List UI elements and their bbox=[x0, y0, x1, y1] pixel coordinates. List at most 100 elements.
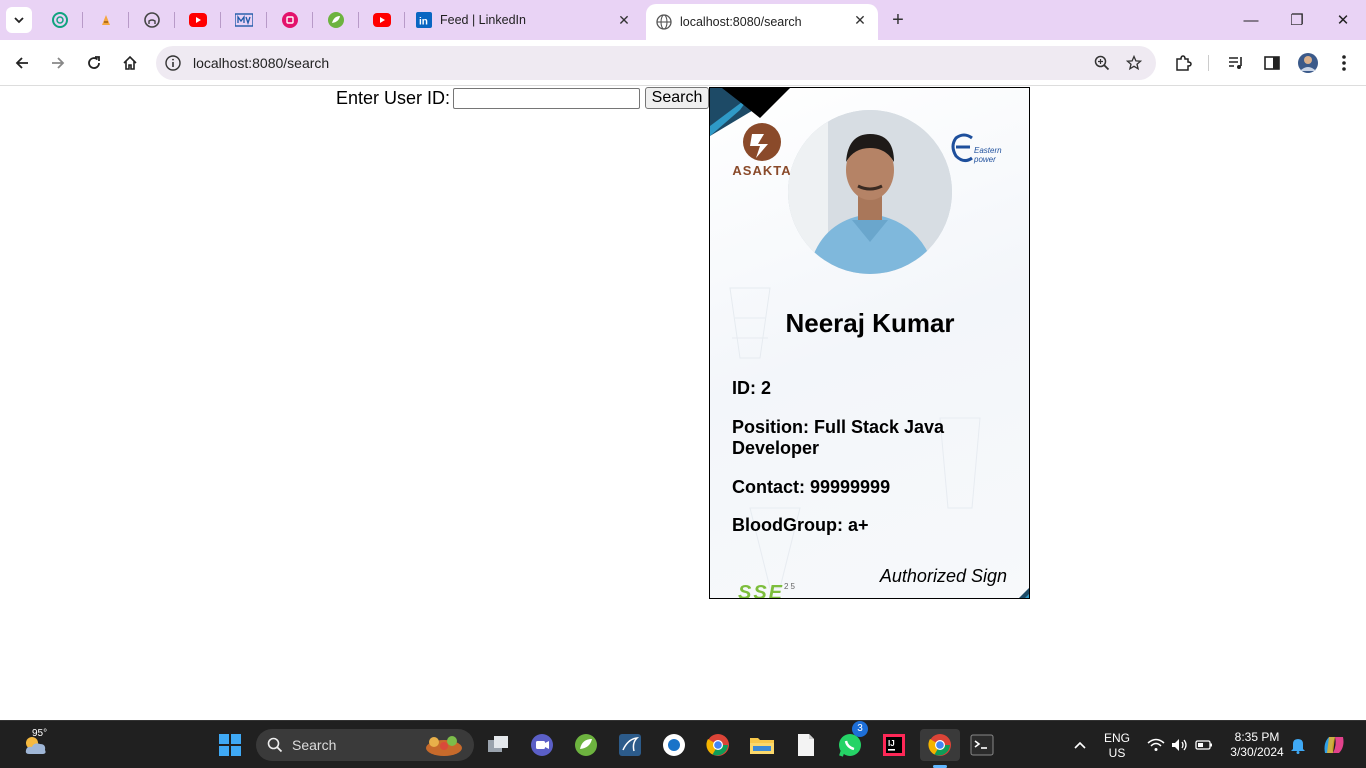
taskbar-mysql-workbench[interactable] bbox=[614, 729, 646, 761]
chevron-up-icon bbox=[1074, 741, 1086, 749]
address-bar[interactable]: localhost:8080/search bbox=[156, 46, 1156, 80]
profile-avatar[interactable] bbox=[1294, 49, 1322, 77]
taskbar-terminal[interactable] bbox=[966, 729, 998, 761]
employee-position: Position: Full Stack Java Developer bbox=[732, 417, 945, 458]
clock[interactable]: 8:35 PM 3/30/2024 bbox=[1226, 730, 1288, 760]
svg-text:in: in bbox=[419, 17, 428, 28]
avatar-icon bbox=[1298, 53, 1318, 73]
notification-badge: 3 bbox=[852, 721, 868, 737]
close-tab-icon[interactable]: ✕ bbox=[852, 12, 868, 28]
search-highlight-icon bbox=[426, 736, 462, 756]
page-content: Enter User ID: Search ASAKTA Eastern pow… bbox=[0, 87, 1366, 720]
browser-menu-button[interactable] bbox=[1330, 49, 1358, 77]
spring-tools-icon bbox=[575, 734, 597, 756]
pinned-tab-github[interactable] bbox=[140, 8, 164, 32]
taskbar-intellij[interactable]: IJ bbox=[878, 729, 910, 761]
employee-id: ID: 2 bbox=[732, 378, 772, 398]
eastern-power-emblem-icon bbox=[951, 133, 973, 163]
bell-icon bbox=[1291, 739, 1305, 754]
bookmark-star-icon[interactable] bbox=[1126, 55, 1142, 71]
pinned-tab-app[interactable] bbox=[278, 8, 302, 32]
keyboard-region: US bbox=[1108, 746, 1126, 760]
taskbar-whatsapp[interactable]: 3 bbox=[834, 721, 868, 761]
show-hidden-icons[interactable] bbox=[1064, 729, 1096, 761]
profile-photo bbox=[788, 110, 952, 274]
extensions-button[interactable] bbox=[1169, 49, 1197, 77]
sse-logo: SSE25 bbox=[738, 582, 797, 599]
copilot-icon bbox=[1324, 737, 1344, 753]
task-view-button[interactable] bbox=[482, 729, 514, 761]
pinned-tab-youtube[interactable] bbox=[186, 8, 210, 32]
url-text: localhost:8080/search bbox=[193, 55, 330, 71]
back-button[interactable] bbox=[8, 49, 36, 77]
language-indicator[interactable]: ENG US bbox=[1100, 731, 1134, 761]
person-photo bbox=[788, 110, 952, 274]
windows-taskbar: 95° Search 3 IJ ENG US 8:35 PM 3/30/2024 bbox=[0, 720, 1366, 768]
system-tray-status[interactable] bbox=[1140, 729, 1220, 761]
site-info-icon[interactable] bbox=[165, 55, 181, 71]
media-controls-button[interactable] bbox=[1222, 49, 1250, 77]
browser-toolbar: localhost:8080/search bbox=[0, 40, 1366, 86]
taskbar-spring-tools[interactable] bbox=[570, 729, 602, 761]
new-tab-button[interactable]: + bbox=[886, 8, 910, 32]
tab-strip: in Feed | LinkedIn ✕ localhost:8080/sear… bbox=[0, 0, 1366, 40]
search-button[interactable]: Search bbox=[645, 87, 709, 109]
taskbar-notepad[interactable] bbox=[790, 729, 822, 761]
copilot-button[interactable] bbox=[1318, 729, 1350, 761]
taskbar-app-circle[interactable] bbox=[658, 729, 690, 761]
arrow-right-icon bbox=[52, 57, 65, 69]
home-icon bbox=[123, 55, 137, 70]
youtube-icon bbox=[189, 13, 207, 27]
sse-logo-text: SSE bbox=[738, 582, 785, 599]
tab-separator bbox=[220, 12, 221, 28]
tab-linkedin[interactable]: in Feed | LinkedIn ✕ bbox=[406, 4, 642, 36]
youtube-icon bbox=[373, 13, 391, 27]
chrome-icon bbox=[706, 734, 729, 756]
globe-icon bbox=[656, 14, 672, 30]
taskbar-search[interactable]: Search bbox=[256, 729, 474, 761]
github-icon bbox=[144, 12, 160, 28]
notifications-button[interactable] bbox=[1282, 729, 1314, 761]
user-id-input[interactable] bbox=[453, 88, 640, 109]
reload-button[interactable] bbox=[80, 49, 108, 77]
asakta-logo: ASAKTA bbox=[732, 122, 792, 182]
terminal-icon bbox=[970, 734, 994, 756]
authorized-signature: Authorized Sign bbox=[879, 566, 1007, 586]
tab-localhost-search[interactable]: localhost:8080/search ✕ bbox=[646, 4, 878, 40]
close-window-button[interactable]: ✕ bbox=[1320, 0, 1366, 40]
windows-logo-icon bbox=[219, 734, 241, 756]
taskbar-chrome-active[interactable] bbox=[920, 729, 960, 768]
chevron-down-icon bbox=[14, 17, 24, 24]
home-button[interactable] bbox=[116, 49, 144, 77]
tab-separator bbox=[174, 12, 175, 28]
weather-temp: 95° bbox=[32, 728, 48, 739]
language-code: ENG bbox=[1103, 731, 1130, 745]
taskbar-meet[interactable] bbox=[526, 729, 558, 761]
restore-button[interactable]: ❐ bbox=[1274, 0, 1320, 40]
circle-app-icon bbox=[663, 734, 685, 756]
zoom-icon[interactable] bbox=[1094, 55, 1110, 71]
intellij-icon: IJ bbox=[883, 734, 905, 756]
taskbar-file-explorer[interactable] bbox=[746, 729, 778, 761]
taskbar-chrome[interactable] bbox=[702, 729, 734, 761]
svg-text:IJ: IJ bbox=[888, 739, 895, 748]
start-button[interactable] bbox=[214, 729, 246, 761]
pink-app-icon bbox=[282, 12, 298, 28]
tab-separator bbox=[128, 12, 129, 28]
minimize-button[interactable]: — bbox=[1228, 0, 1274, 40]
pinned-tab-youtube-2[interactable] bbox=[370, 8, 394, 32]
battery-icon bbox=[1195, 740, 1212, 750]
forward-button[interactable] bbox=[44, 49, 72, 77]
tab-search-button[interactable] bbox=[6, 7, 32, 33]
tab-separator bbox=[312, 12, 313, 28]
pinned-tab-spring[interactable] bbox=[324, 8, 348, 32]
weather-widget[interactable]: 95° bbox=[16, 728, 56, 761]
pinned-tab-claude[interactable] bbox=[94, 8, 118, 32]
side-panel-button[interactable] bbox=[1258, 49, 1286, 77]
tab-separator bbox=[82, 12, 83, 28]
pinned-tab-mvn[interactable] bbox=[232, 8, 256, 32]
tab-separator bbox=[266, 12, 267, 28]
close-tab-icon[interactable]: ✕ bbox=[616, 12, 632, 28]
pinned-tab-chatgpt[interactable] bbox=[48, 8, 72, 32]
mysql-workbench-icon bbox=[619, 734, 641, 756]
